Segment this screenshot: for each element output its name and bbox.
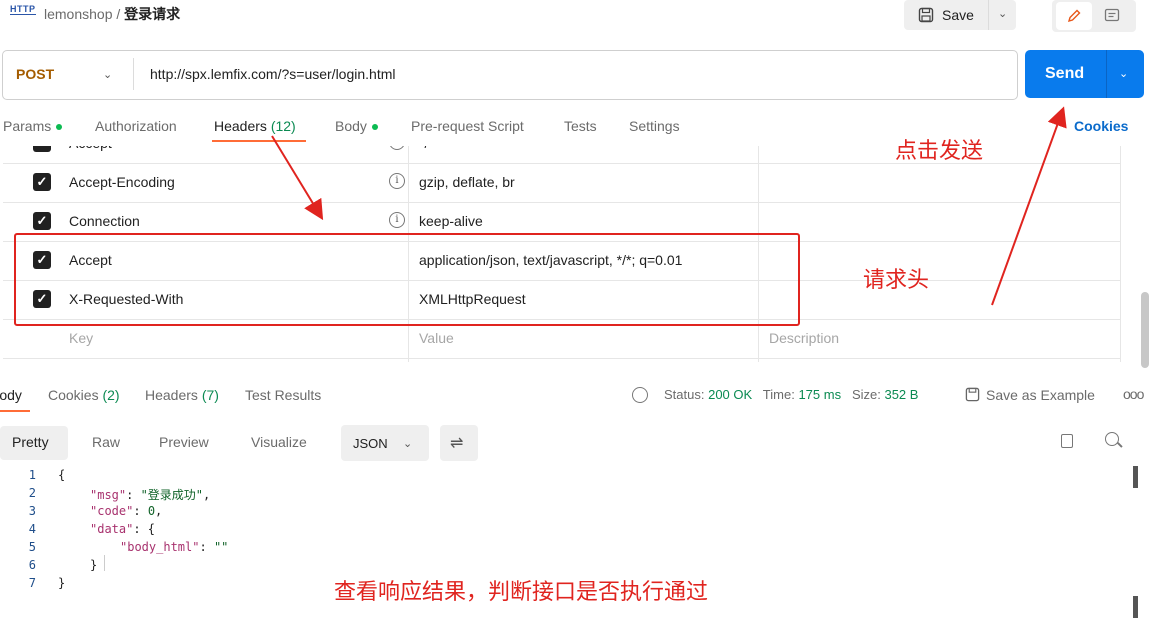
- annotation-arrows: [271, 106, 1067, 306]
- arrow-to-headers: [271, 135, 324, 221]
- arrow-to-send: [991, 106, 1067, 306]
